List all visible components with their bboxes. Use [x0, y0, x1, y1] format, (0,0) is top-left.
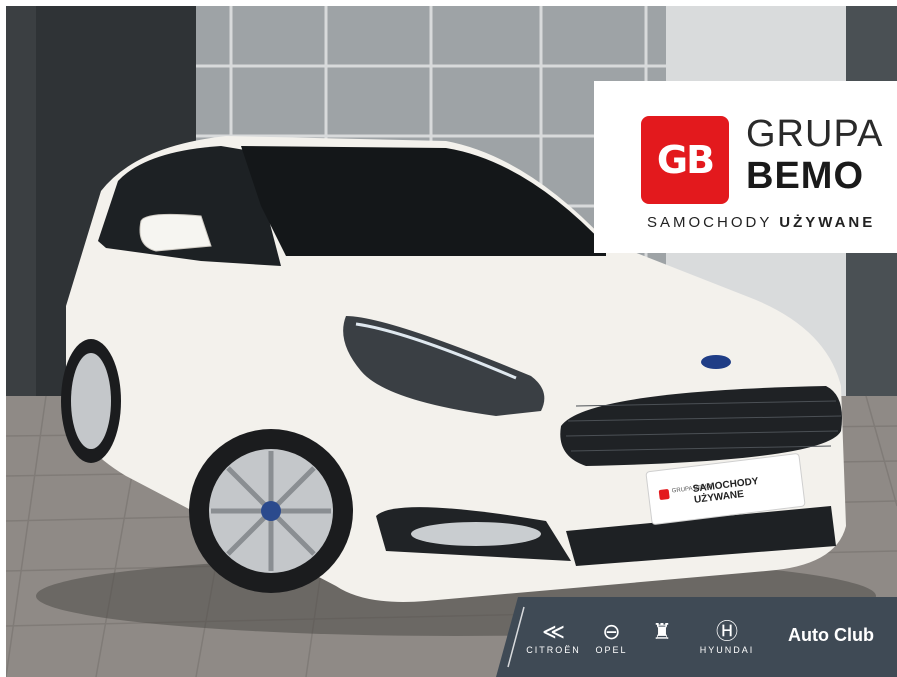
citroen-chevrons-icon: ≪ — [541, 619, 566, 644]
brand-citroen: ≪ CITROËN — [526, 619, 581, 655]
side-mirror — [139, 213, 212, 252]
brand-opel: ⊖ OPEL — [584, 619, 639, 655]
brand-hyundai: Ⓗ HYUNDAI — [692, 619, 762, 655]
logo-line-grupa: GRUPA — [746, 113, 884, 155]
brand-bar: ≪ CITROËN ⊖ OPEL ♜ Ⓗ HYUNDAI Auto Club — [496, 597, 897, 677]
gb-badge-text: GB — [656, 138, 715, 182]
plate-logo-icon — [658, 488, 670, 501]
peugeot-lion-icon: ♜ — [652, 619, 672, 644]
ford-badge — [701, 355, 731, 369]
logo-tagline: SAMOCHODY UŻYWANE — [647, 214, 875, 231]
brand-peugeot: ♜ — [642, 619, 682, 645]
photo-frame: GB GRUPA BEMO SAMOCHODY UŻYWANE GRUPA BE… — [6, 6, 897, 677]
hyundai-h-icon: Ⓗ — [715, 619, 738, 644]
brand-hyundai-label: HYUNDAI — [699, 645, 755, 655]
auto-club-label: Auto Club — [788, 625, 874, 645]
tagline-part2: UŻYWANE — [779, 214, 876, 231]
tagline-part1: SAMOCHODY — [647, 214, 780, 231]
opel-lightning-icon: ⊖ — [602, 619, 621, 644]
logo-line-bemo: BEMO — [746, 155, 864, 197]
gb-badge-icon: GB — [641, 116, 729, 204]
grupa-bemo-logo: GB GRUPA BEMO SAMOCHODY UŻYWANE — [594, 81, 897, 253]
plate-text: SAMOCHODY UŻYWANE — [692, 475, 759, 506]
brand-citroen-label: CITROËN — [526, 645, 581, 655]
brand-opel-label: OPEL — [595, 645, 628, 655]
